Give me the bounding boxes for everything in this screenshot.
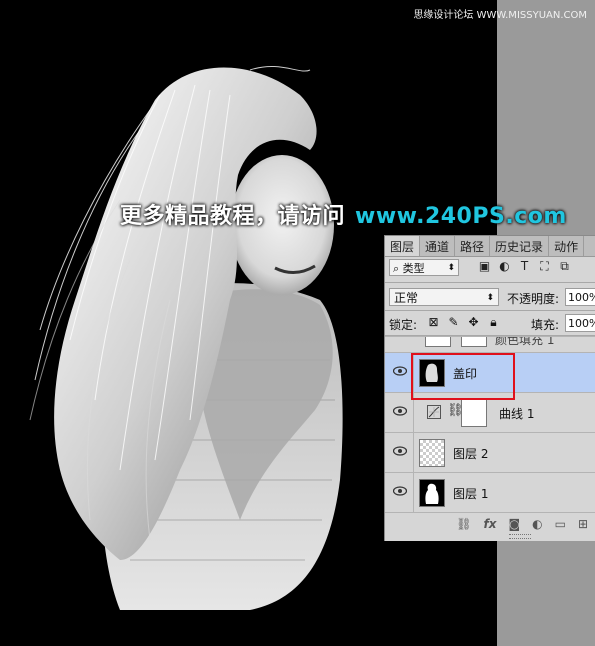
adjustment-icon[interactable]: ◐	[532, 517, 542, 531]
smart-object-filter-icon[interactable]: ⧉	[557, 259, 572, 274]
search-icon: ⌕	[393, 262, 400, 275]
opacity-label: 不透明度:	[507, 292, 560, 306]
lock-all-icon[interactable]: 🔒︎	[487, 315, 500, 330]
tab-layers[interactable]: 图层	[385, 236, 421, 256]
visibility-column	[385, 433, 414, 472]
lock-paint-icon[interactable]: ✎	[447, 315, 460, 330]
tab-history[interactable]: 历史记录	[490, 236, 550, 256]
layer-row-layer1[interactable]: 图层 1	[385, 472, 595, 512]
fx-icon[interactable]: fx	[483, 517, 496, 531]
filter-icons: ▣ ◐ T ⛶ ⧉	[477, 259, 572, 274]
fill-label: 填充:	[531, 318, 560, 332]
layer-mask-thumb	[461, 399, 487, 427]
panel-bottom-toolbar: ⛓ fx ◙ ◐ ▭ ⊞	[385, 512, 595, 534]
divider	[385, 310, 595, 311]
layer-name: 颜色填充 1	[495, 336, 555, 347]
tab-channels[interactable]: 通道	[420, 236, 456, 256]
eye-icon[interactable]	[393, 406, 407, 416]
lock-transparency-icon[interactable]: ⊠	[427, 315, 440, 330]
layer-name: 曲线 1	[499, 407, 535, 421]
fill-layer-thumb	[425, 337, 451, 347]
resize-grip-icon[interactable]	[509, 534, 531, 539]
mask-icon[interactable]: ◙	[508, 517, 520, 531]
highlight-box	[411, 353, 515, 400]
visibility-column	[385, 473, 414, 512]
kind-filter-label: 类型	[402, 262, 425, 275]
type-filter-icon[interactable]: T	[517, 259, 532, 274]
tab-paths[interactable]: 路径	[455, 236, 491, 256]
layer-kind-filter-select[interactable]: ⌕ 类型 ⬍	[389, 259, 459, 276]
curves-adjustment-icon	[427, 405, 441, 419]
folder-icon[interactable]: ▭	[555, 517, 566, 531]
layer-row-partial[interactable]: 颜色填充 1	[385, 336, 595, 352]
lock-icons: ⊠ ✎ ✥ 🔒︎	[427, 315, 500, 330]
eye-icon[interactable]	[393, 366, 407, 376]
chevron-updown-icon: ⬍	[486, 293, 494, 303]
adjustment-filter-icon[interactable]: ◐	[497, 259, 512, 274]
layer-name: 图层 1	[453, 487, 489, 501]
blend-mode-select[interactable]: 正常 ⬍	[389, 288, 499, 306]
divider	[385, 282, 595, 283]
new-layer-icon[interactable]: ⊞	[578, 517, 588, 531]
visibility-column	[385, 393, 414, 432]
layer-thumbnail	[419, 479, 445, 507]
banner-text: 更多精品教程，请访问	[120, 204, 346, 229]
eye-icon[interactable]	[393, 446, 407, 456]
opacity-field[interactable]: 100%	[565, 288, 595, 306]
image-filter-icon[interactable]: ▣	[477, 259, 492, 274]
silhouette-thumbnail-icon	[425, 483, 439, 504]
promo-banner: 更多精品教程，请访问 www.240PS.com	[120, 198, 567, 230]
fill-field[interactable]: 100%	[565, 314, 595, 332]
panel-tabs: 图层 通道 路径 历史记录 动作	[385, 236, 595, 257]
eye-icon[interactable]	[393, 486, 407, 496]
visibility-column	[385, 353, 414, 392]
banner-url: www.240PS.com	[355, 204, 567, 229]
layer-thumbnail	[419, 439, 445, 467]
blend-mode-value: 正常	[394, 291, 419, 305]
layer-name: 图层 2	[453, 447, 489, 461]
link-icon[interactable]: ⛓	[456, 517, 471, 531]
watermark-text: 思缘设计论坛 WWW.MISSYUAN.COM	[413, 10, 587, 21]
chevron-updown-icon: ⬍	[447, 263, 455, 273]
layer-row-layer2[interactable]: 图层 2	[385, 432, 595, 472]
tab-actions[interactable]: 动作	[549, 236, 585, 256]
layer-mask-thumb	[461, 337, 487, 347]
lock-position-icon[interactable]: ✥	[467, 315, 480, 330]
lock-label: 锁定:	[389, 318, 418, 332]
shape-filter-icon[interactable]: ⛶	[537, 259, 552, 274]
